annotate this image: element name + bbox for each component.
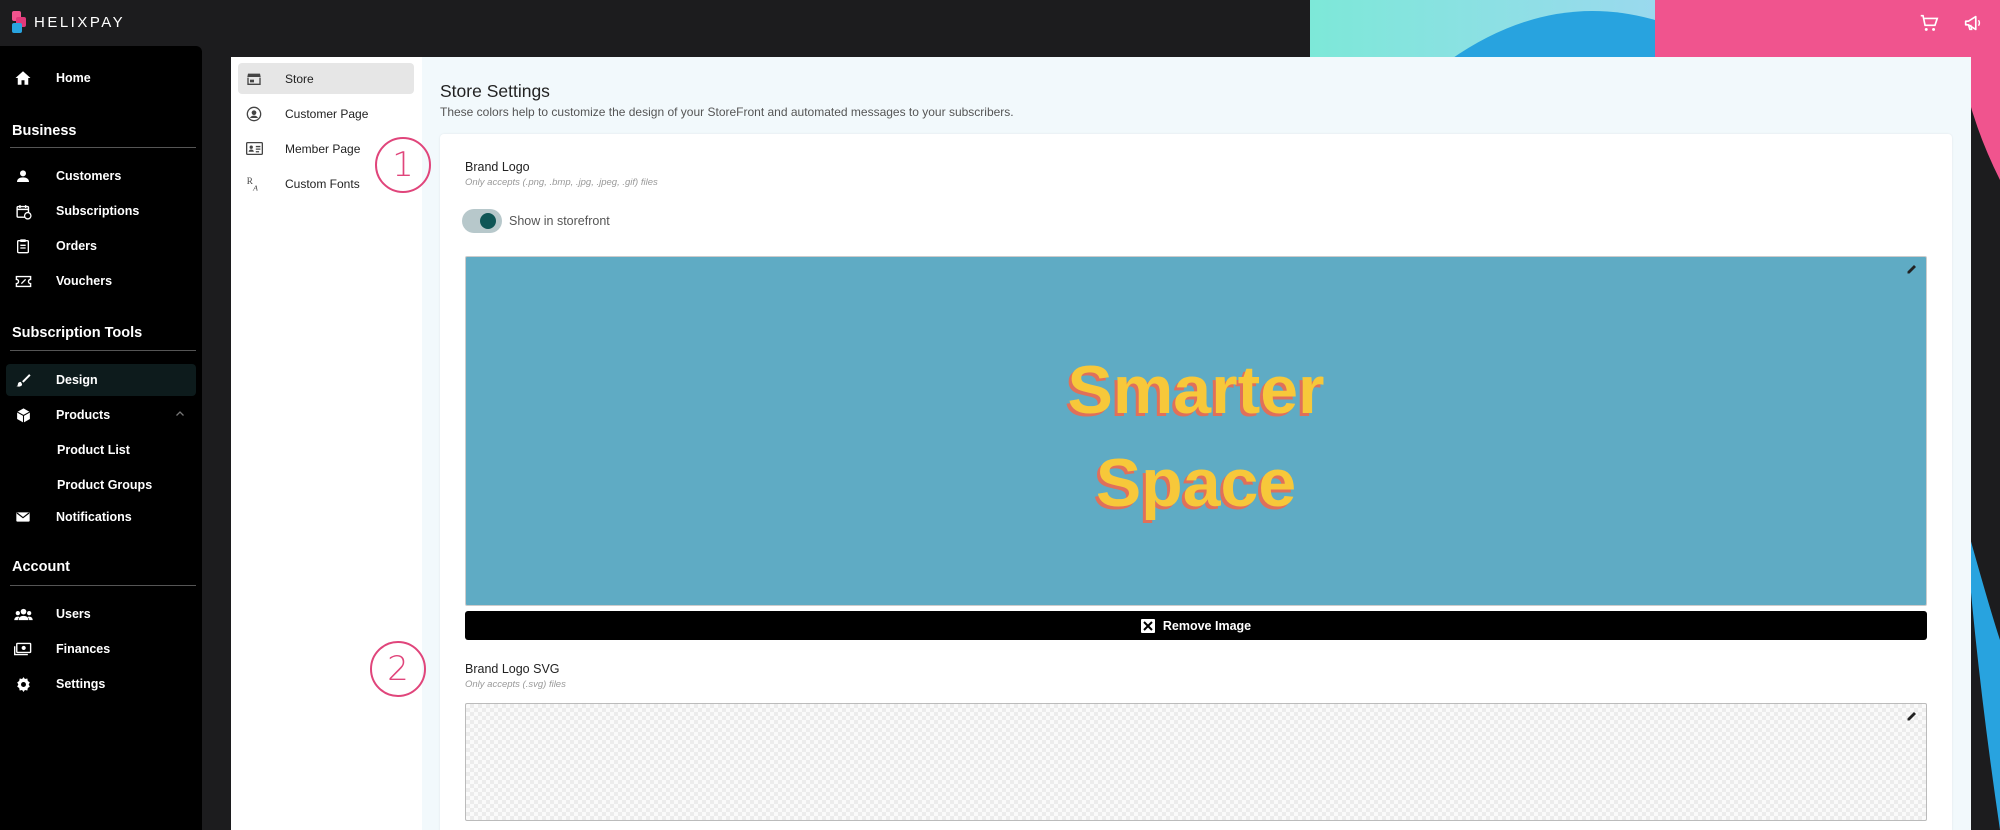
sidebar-item-label: Customers [56,169,122,183]
sidebar-item-design[interactable]: Design [6,364,196,396]
helixpay-logo-icon [12,11,26,33]
sidebar-item-customers[interactable]: Customers [6,160,196,192]
pencil-icon[interactable] [1906,710,1918,722]
divider [10,147,196,148]
people-icon [12,603,34,625]
subnav-item-label: Custom Fonts [285,176,360,191]
pencil-icon[interactable] [1906,263,1918,275]
megaphone-icon[interactable] [1962,12,1984,34]
calendar-sync-icon [12,200,34,222]
voucher-icon [12,270,34,292]
svg-text:A: A [252,184,258,192]
gear-icon [12,673,34,695]
brand-logo-svg-hint: Only accepts (.svg) files [465,679,566,690]
sidebar-item-label: Products [56,408,111,422]
id-card-icon [245,140,263,158]
divider [10,585,196,586]
sidebar-item-product-list[interactable]: Product List [6,434,196,466]
cube-icon [12,404,34,426]
cart-icon[interactable] [1918,12,1940,34]
top-bar: HELIXPAY [0,0,2000,830]
envelope-icon [12,506,34,528]
main-panel: Store Customer Page Member Page RA Custo… [231,57,1971,830]
sidebar: Home Business Customers Subscriptions Or… [0,46,202,830]
chevron-up-icon[interactable] [174,408,186,420]
sidebar-item-users[interactable]: Users [6,598,196,630]
store-settings-content: Store Settings These colors help to cust… [422,57,1971,830]
brand-logo-preview[interactable]: Smarter Smarter Space Space [465,256,1927,606]
brand-logo-image: Smarter Smarter Space Space [1064,352,1324,524]
sidebar-item-product-groups[interactable]: Product Groups [6,469,196,501]
sidebar-item-settings[interactable]: Settings [6,668,196,700]
subnav-item-label: Store [285,71,314,86]
section-title-subscription-tools: Subscription Tools [12,325,143,341]
remove-image-label: Remove Image [1162,618,1252,633]
remove-image-button[interactable]: Remove Image [465,611,1927,640]
close-box-icon [1140,618,1155,633]
sidebar-item-label: Product Groups [57,478,153,492]
page-description: These colors help to customize the desig… [440,105,1014,119]
sidebar-item-notifications[interactable]: Notifications [6,501,196,533]
logo-word: Space [1096,445,1296,521]
sidebar-item-label: Orders [56,239,97,253]
brand-name: HELIXPAY [34,13,126,31]
show-in-storefront-label: Show in storefront [509,214,610,228]
sidebar-item-products[interactable]: Products [6,399,196,431]
sidebar-item-label: Home [56,71,91,85]
annotation-marker: 1 [375,137,431,193]
brush-icon [12,369,34,391]
brand-logo-hint: Only accepts (.png, .bmp, .jpg, .jpeg, .… [465,177,658,188]
sidebar-item-home[interactable]: Home [6,62,196,94]
page-title: Store Settings [440,81,550,101]
section-title-business: Business [12,123,77,139]
brand-logo-card: Brand Logo Only accepts (.png, .bmp, .jp… [440,134,1952,830]
sidebar-item-vouchers[interactable]: Vouchers [6,265,196,297]
sidebar-item-subscriptions[interactable]: Subscriptions [6,195,196,227]
sidebar-item-label: Users [56,607,91,621]
storefront-icon [245,70,263,88]
home-icon [12,67,34,89]
toggle-knob [480,213,496,229]
clipboard-icon [12,235,34,257]
sidebar-item-orders[interactable]: Orders [6,230,196,262]
show-in-storefront-toggle[interactable] [462,209,502,233]
sidebar-item-label: Finances [56,642,111,656]
logo-word: Smarter [1067,352,1324,428]
sidebar-item-label: Notifications [56,510,132,524]
subnav-item-customer-page[interactable]: Customer Page [238,98,414,129]
person-icon [12,165,34,187]
account-circle-icon [245,105,263,123]
section-title-account: Account [12,559,70,575]
brand-logo-svg-upload[interactable] [465,703,1927,821]
helixpay-logo[interactable]: HELIXPAY [10,10,125,34]
divider [10,350,196,351]
sidebar-item-finances[interactable]: Finances [6,633,196,665]
sidebar-item-label: Product List [57,443,130,457]
subnav-item-label: Customer Page [285,106,369,121]
brand-logo-svg-label: Brand Logo SVG [465,662,560,676]
sidebar-item-label: Settings [56,677,106,691]
sidebar-item-label: Vouchers [56,274,113,288]
subnav-item-label: Member Page [285,141,361,156]
sidebar-item-label: Design [56,373,98,387]
sidebar-item-label: Subscriptions [56,204,140,218]
money-icon [12,638,34,660]
subnav-item-store[interactable]: Store [238,63,414,94]
font-icon: RA [245,175,263,193]
annotation-marker: 2 [370,641,426,697]
brand-logo-label: Brand Logo [465,160,530,174]
